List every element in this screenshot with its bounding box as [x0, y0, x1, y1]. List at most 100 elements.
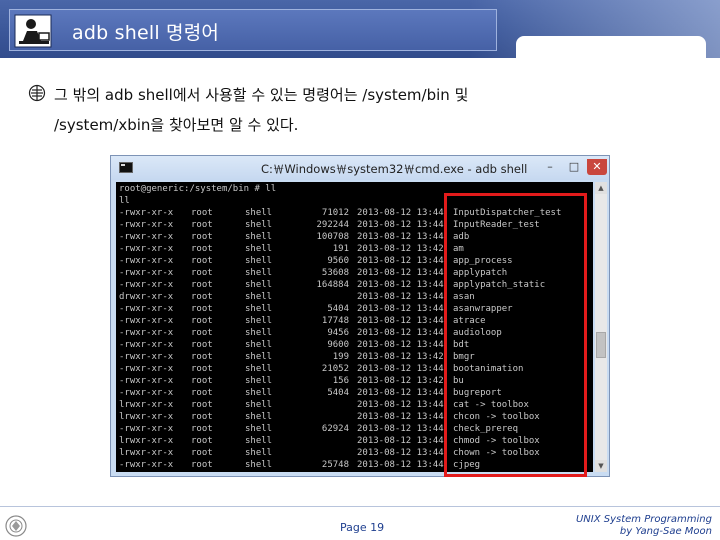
highlight-box [444, 193, 587, 477]
close-button[interactable]: ✕ [587, 159, 607, 175]
cell-owner: root [191, 340, 213, 350]
cmd-titlebar[interactable]: C:￦Windows￦system32￦cmd.exe - adb shell … [111, 156, 609, 180]
cell-group: shell [245, 448, 273, 458]
cell-permissions: -rwxr-xr-x [119, 244, 174, 254]
page-number: Page 19 [340, 521, 385, 534]
cell-permissions: -rwxr-xr-x [119, 316, 174, 326]
cell-permissions: -rwxr-xr-x [119, 268, 174, 278]
cell-date: 2013-08-12 13:44 [357, 232, 444, 242]
scroll-thumb[interactable] [596, 332, 606, 358]
cell-date: 2013-08-12 13:44 [357, 280, 444, 290]
cell-size: 164884 [316, 280, 349, 290]
cell-permissions: lrwxr-xr-x [119, 448, 174, 458]
cell-date: 2013-08-12 13:44 [357, 400, 444, 410]
cell-owner: root [191, 208, 213, 218]
bullet-icon [28, 84, 46, 102]
cell-owner: root [191, 412, 213, 422]
cell-permissions: -rwxr-xr-x [119, 208, 174, 218]
cell-size: 191 [332, 244, 349, 254]
cell-size: 100708 [316, 232, 349, 242]
cell-permissions: -rwxr-xr-x [119, 388, 174, 398]
cell-permissions: -rwxr-xr-x [119, 280, 174, 290]
cell-group: shell [245, 280, 273, 290]
cell-owner: root [191, 292, 213, 302]
cell-permissions: -rwxr-xr-x [119, 256, 174, 266]
cell-group: shell [245, 424, 273, 434]
cell-size: 21052 [321, 364, 349, 374]
cell-group: shell [245, 268, 273, 278]
cell-size: 292244 [316, 220, 349, 230]
cell-owner: root [191, 400, 213, 410]
cell-date: 2013-08-12 13:42 [357, 352, 444, 362]
bullet-text-line2: /system/xbin을 찾아보면 알 수 있다. [54, 116, 299, 134]
cell-group: shell [245, 208, 273, 218]
cell-permissions: -rwxr-xr-x [119, 352, 174, 362]
cell-permissions: lrwxr-xr-x [119, 436, 174, 446]
cell-date: 2013-08-12 13:44 [357, 268, 444, 278]
cell-date: 2013-08-12 13:44 [357, 460, 444, 470]
cmd-app-icon[interactable] [119, 162, 133, 173]
university-logo-icon [5, 515, 27, 537]
slide-title: adb shell 명령어 [72, 22, 220, 44]
cell-size: 62924 [321, 424, 349, 434]
cell-owner: root [191, 388, 213, 398]
cell-owner: root [191, 424, 213, 434]
cell-size: 199 [332, 352, 349, 362]
cell-owner: root [191, 244, 213, 254]
cell-permissions: -rwxr-xr-x [119, 424, 174, 434]
cell-owner: root [191, 280, 213, 290]
console-header-line: ll [119, 196, 130, 206]
footer-course-info: UNIX System Programming by Yang-Sae Moon [576, 514, 712, 538]
cell-date: 2013-08-12 13:44 [357, 316, 444, 326]
cell-date: 2013-08-12 13:44 [357, 304, 444, 314]
cell-date: 2013-08-12 13:44 [357, 208, 444, 218]
cell-owner: root [191, 220, 213, 230]
cmd-window-title: C:￦Windows￦system32￦cmd.exe - adb shell [261, 162, 528, 176]
scroll-down-icon[interactable]: ▼ [595, 460, 607, 472]
footer-course-title: UNIX System Programming [575, 514, 712, 525]
cell-owner: root [191, 448, 213, 458]
console-scrollbar[interactable]: ▲ ▼ [595, 182, 607, 472]
cell-group: shell [245, 292, 273, 302]
cell-group: shell [245, 220, 273, 230]
cell-owner: root [191, 256, 213, 266]
cell-owner: root [191, 352, 213, 362]
cell-owner: root [191, 268, 213, 278]
cell-permissions: -rwxr-xr-x [119, 220, 174, 230]
cell-date: 2013-08-12 13:44 [357, 328, 444, 338]
cell-size: 5404 [327, 388, 349, 398]
cell-size: 53608 [321, 268, 349, 278]
cell-date: 2013-08-12 13:44 [357, 448, 444, 458]
cell-group: shell [245, 400, 273, 410]
cell-group: shell [245, 460, 273, 470]
cell-size: 9456 [327, 328, 349, 338]
cell-group: shell [245, 436, 273, 446]
cell-date: 2013-08-12 13:44 [357, 424, 444, 434]
cell-group: shell [245, 376, 273, 386]
cell-date: 2013-08-12 13:44 [357, 364, 444, 374]
cell-date: 2013-08-12 13:44 [357, 292, 444, 302]
cell-owner: root [191, 376, 213, 386]
maximize-button[interactable]: □ [563, 159, 585, 175]
cell-owner: root [191, 304, 213, 314]
cell-group: shell [245, 352, 273, 362]
cell-size: 17748 [321, 316, 349, 326]
cell-permissions: -rwxr-xr-x [119, 340, 174, 350]
cell-date: 2013-08-12 13:44 [357, 388, 444, 398]
cell-group: shell [245, 232, 273, 242]
cell-permissions: drwxr-xr-x [119, 292, 174, 302]
cell-permissions: -rwxr-xr-x [119, 328, 174, 338]
cell-date: 2013-08-12 13:44 [357, 220, 444, 230]
cell-owner: root [191, 328, 213, 338]
scroll-up-icon[interactable]: ▲ [595, 182, 607, 194]
title-tab [516, 36, 706, 58]
cell-permissions: -rwxr-xr-x [119, 232, 174, 242]
cell-permissions: lrwxr-xr-x [119, 400, 174, 410]
cell-group: shell [245, 316, 273, 326]
cell-date: 2013-08-12 13:44 [357, 340, 444, 350]
cell-permissions: lrwxr-xr-x [119, 412, 174, 422]
minimize-button[interactable]: – [539, 159, 561, 175]
cell-size: 156 [332, 376, 349, 386]
cell-size: 9600 [327, 340, 349, 350]
person-at-computer-icon [14, 14, 52, 48]
